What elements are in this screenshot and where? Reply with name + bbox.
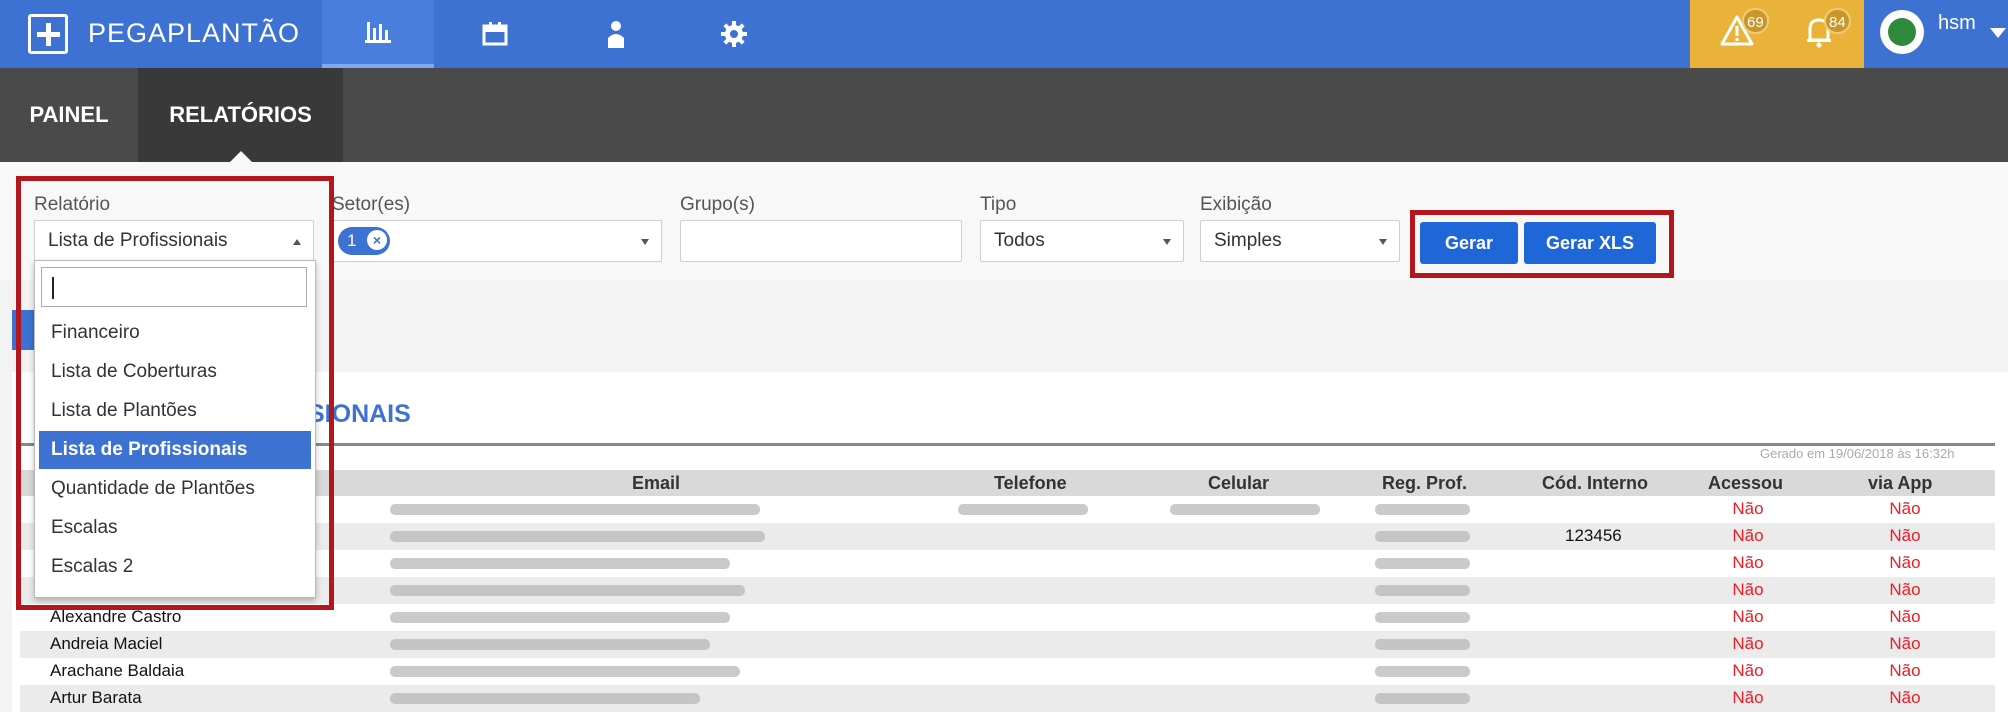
grupo-label: Grupo(s) — [680, 194, 755, 215]
via-app-value: Não — [1889, 661, 1921, 680]
user-icon — [608, 21, 624, 48]
grupo-input[interactable] — [680, 220, 962, 262]
via-app-value: Não — [1889, 553, 1921, 572]
highlight-frame-buttons — [1410, 210, 1674, 278]
top-bar: PEGAPLANTÃO 69 84 hsm — [0, 0, 2008, 68]
redacted-reg — [1375, 531, 1470, 542]
section-tabs: PAINEL RELATÓRIOS — [0, 68, 2008, 163]
brand-name[interactable]: PEGAPLANTÃO — [88, 18, 300, 49]
redacted-email — [390, 558, 730, 569]
redacted-email — [390, 639, 710, 650]
via-app-value: Não — [1889, 688, 1921, 707]
generated-timestamp: Gerado em 19/06/2018 às 16:32h — [1760, 446, 1955, 461]
tipo-label: Tipo — [980, 194, 1017, 215]
redacted-email — [390, 531, 765, 542]
col-via-app: via App — [1868, 473, 1933, 493]
col-acessou: Acessou — [1708, 473, 1784, 493]
setor-selected-chip[interactable]: 1 × — [338, 227, 390, 255]
redacted-email — [390, 612, 730, 623]
redacted-email — [390, 693, 700, 704]
gear-icon — [721, 21, 747, 47]
table-row: Arachane Baldaia Não Não — [20, 658, 1995, 685]
nav-users[interactable] — [560, 0, 672, 68]
nav-settings[interactable] — [678, 0, 790, 68]
professional-name: Andreia Maciel — [50, 634, 163, 653]
acessou-value: Não — [1732, 499, 1764, 518]
table-row: Artur Barata Não Não — [20, 685, 1995, 712]
bar-chart-icon — [365, 22, 391, 43]
avatar-logo-icon — [1888, 18, 1916, 46]
col-telefone: Telefone — [994, 473, 1067, 493]
redacted-reg — [1375, 504, 1470, 515]
professional-name: Arachane Baldaia — [50, 661, 185, 680]
via-app-value: Não — [1889, 499, 1921, 518]
warning-count-badge: 69 — [1742, 8, 1769, 34]
redacted-reg — [1375, 612, 1470, 623]
acessou-value: Não — [1732, 553, 1764, 572]
exibicao-select[interactable]: Simples — [1200, 220, 1400, 262]
via-app-value: Não — [1889, 580, 1921, 599]
nav-reports[interactable] — [322, 0, 434, 68]
redacted-email — [390, 504, 760, 515]
col-celular: Celular — [1208, 473, 1270, 493]
table-row: Andreia Maciel Não Não — [20, 631, 1995, 658]
cod-interno-value: 123456 — [1565, 526, 1622, 545]
redacted-reg — [1375, 558, 1470, 569]
setor-chip-count: 1 — [347, 231, 357, 250]
col-cod-interno: Cód. Interno — [1542, 473, 1648, 493]
tipo-select[interactable]: Todos — [980, 220, 1184, 262]
redacted-reg — [1375, 666, 1470, 677]
acessou-value: Não — [1732, 634, 1764, 653]
acessou-value: Não — [1732, 607, 1764, 626]
notification-count-badge: 84 — [1824, 8, 1851, 34]
chevron-down-icon — [641, 239, 649, 245]
chevron-down-icon — [1379, 239, 1387, 245]
via-app-value: Não — [1889, 526, 1921, 545]
username[interactable]: hsm — [1938, 12, 1976, 35]
tipo-select-value: Todos — [994, 230, 1045, 251]
redacted-reg — [1375, 639, 1470, 650]
exibicao-select-value: Simples — [1214, 230, 1282, 251]
user-menu-chevron-down-icon[interactable] — [1990, 28, 2006, 38]
tab-painel[interactable]: PAINEL — [0, 68, 138, 162]
redacted-mobile — [1170, 504, 1320, 515]
via-app-value: Não — [1889, 634, 1921, 653]
logo-plus-icon[interactable] — [28, 14, 68, 54]
redacted-email — [390, 666, 740, 677]
avatar[interactable] — [1880, 10, 1924, 54]
chevron-down-icon — [1163, 239, 1171, 245]
professional-name: Alexandre Castro — [50, 607, 182, 626]
acessou-value: Não — [1732, 526, 1764, 545]
exibicao-label: Exibição — [1200, 194, 1272, 215]
acessou-value: Não — [1732, 580, 1764, 599]
calendar-icon — [482, 22, 508, 46]
col-email: Email — [632, 473, 681, 493]
professional-name: Artur Barata — [50, 688, 142, 707]
acessou-value: Não — [1732, 688, 1764, 707]
nav-calendar[interactable] — [439, 0, 551, 68]
redacted-reg — [1375, 693, 1470, 704]
acessou-value: Não — [1732, 661, 1764, 680]
redacted-email — [390, 585, 745, 596]
redacted-reg — [1375, 585, 1470, 596]
setor-label: Setor(es) — [332, 194, 411, 215]
alerts-area: 69 84 — [1690, 0, 1864, 68]
via-app-value: Não — [1889, 607, 1921, 626]
redacted-phone — [958, 504, 1088, 515]
col-reg-prof: Reg. Prof. — [1382, 473, 1468, 493]
remove-chip-icon[interactable]: × — [367, 230, 387, 250]
tab-relatorios[interactable]: RELATÓRIOS — [138, 68, 343, 163]
highlight-frame-relatorio — [16, 176, 334, 610]
